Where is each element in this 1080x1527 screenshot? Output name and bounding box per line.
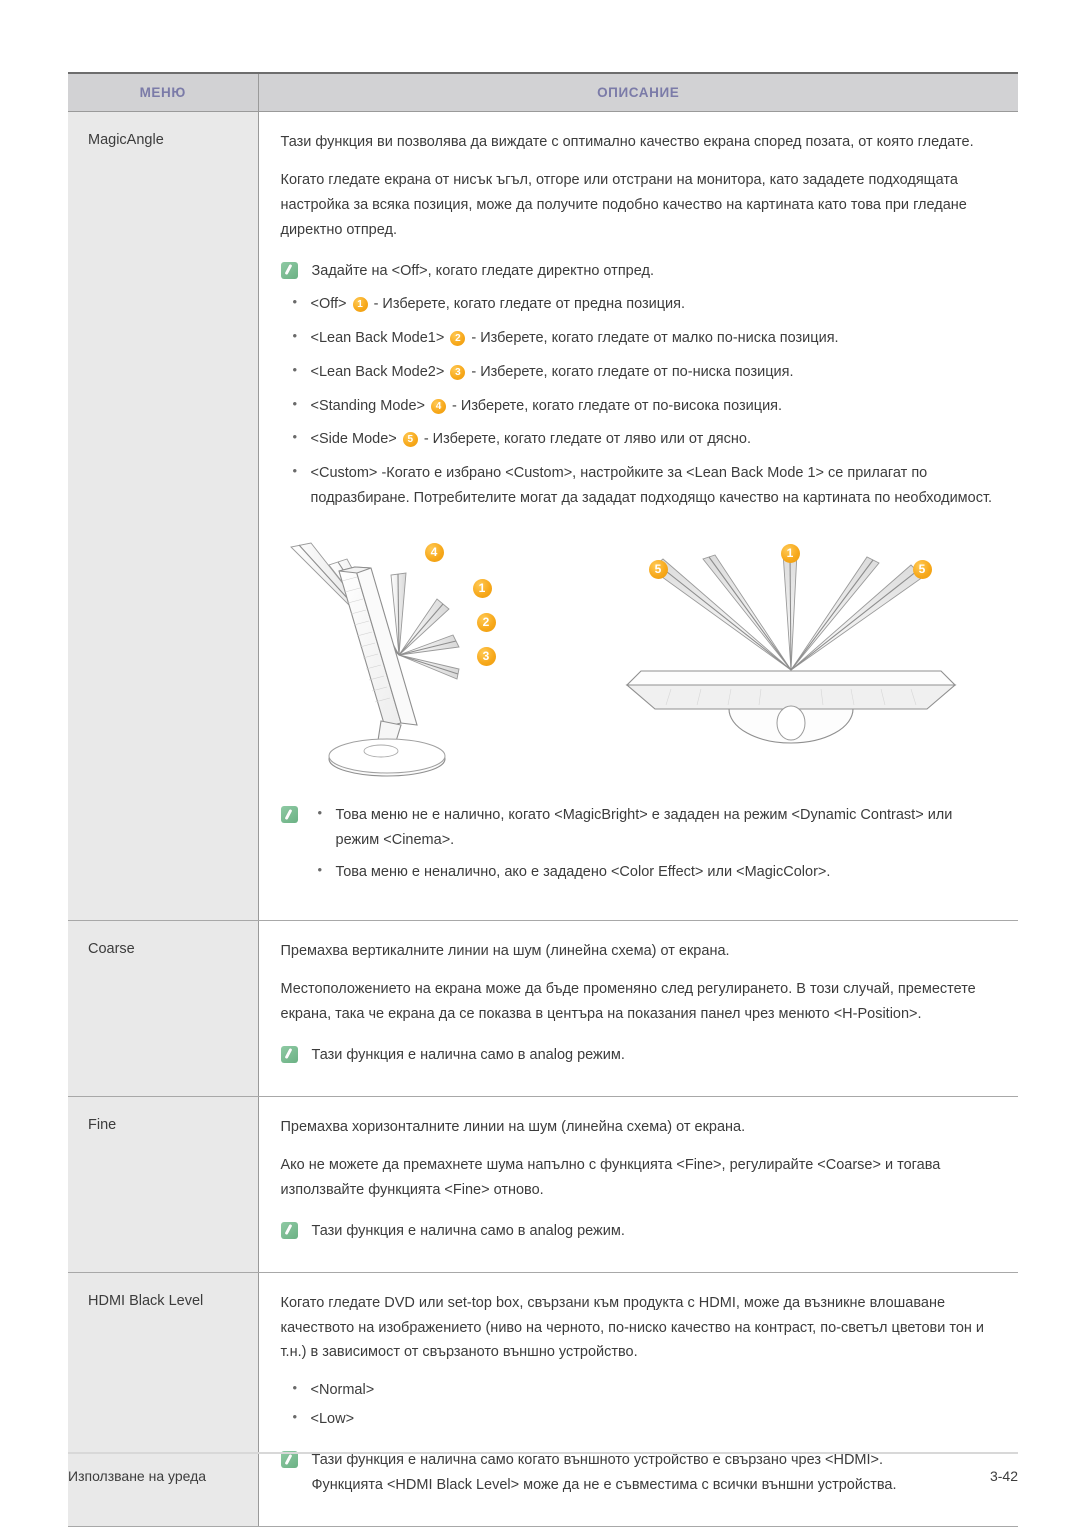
list-item: <Standing Mode> 4 - Изберете, когато гле… (281, 393, 997, 419)
pencil-note-icon (280, 1221, 298, 1239)
option-text: - Изберете, когато гледате от предна поз… (373, 295, 686, 312)
footer-page-number: 3-42 (989, 1468, 1018, 1484)
paragraph: Когато гледате екрана от нисък ъгъл, отг… (280, 171, 967, 238)
table-row: HDMI Black Level Когато гледате DVD или … (68, 1272, 1018, 1527)
paragraph: Ако не можете да премахнете шума напълно… (280, 1156, 941, 1198)
figure-badge: 3 (476, 647, 496, 667)
magicangle-option-list: <Off> 1 - Изберете, когато гледате от пр… (281, 291, 997, 512)
option-text: - Изберете, когато гледате от малко по-н… (471, 329, 839, 346)
option-text: - Изберете, когато гледате от ляво или о… (423, 431, 751, 448)
table-header-row: МЕНЮ ОПИСАНИЕ (68, 72, 1018, 112)
list-item: <Low> (281, 1406, 997, 1432)
side-view-monitor (289, 542, 460, 777)
list-item: <Lean Back Mode1> 2 - Изберете, когато г… (281, 325, 997, 351)
list-item: <Custom> -Когато е избрано <Custom>, нас… (281, 460, 997, 511)
figure-badge: 4 (424, 543, 444, 563)
number-badge: 5 (402, 432, 418, 448)
number-badge: 1 (352, 296, 368, 312)
option-label: <Off> (310, 295, 347, 312)
table-row: Fine Премахва хоризонталните линии на шу… (68, 1096, 1018, 1273)
note-bullet-list: Това меню не е налично, когато <MagicBri… (312, 802, 997, 885)
paragraph: Местоположението на екрана може да бъде … (280, 981, 976, 1022)
table-row: MagicAngle Тази функция ви позволява да … (68, 111, 1018, 922)
note-block: Тази функция е налична само в analog реж… (280, 1219, 997, 1244)
page-footer: Използване на уреда 3-42 (68, 1452, 1018, 1484)
option-label: <Side Mode> (310, 431, 397, 448)
column-header-menu: МЕНЮ (68, 72, 259, 112)
option-text: - Изберете, когато гледате от по-висока … (452, 397, 783, 414)
figure-badge: 5 (648, 560, 668, 580)
note-block: Това меню не е налично, когато <MagicBri… (280, 802, 997, 892)
note-text: Тази функция е налична само в analog реж… (311, 1222, 625, 1239)
document-page: МЕНЮ ОПИСАНИЕ MagicAngle Тази функция ви… (0, 0, 1080, 1527)
option-text: - Изберете, когато гледате от по-ниска п… (471, 363, 794, 380)
paragraph: Премахва вертикалните линии на шум (лине… (280, 943, 730, 960)
pencil-note-icon (280, 806, 298, 824)
paragraph: Премахва хоризонталните линии на шум (ли… (280, 1118, 746, 1135)
top-view-monitor (625, 552, 956, 744)
settings-table: МЕНЮ ОПИСАНИЕ MagicAngle Тази функция ви… (68, 72, 1018, 1527)
note-text: Това меню не е налично, когато <MagicBri… (312, 802, 997, 892)
option-text: -Когато е избрано <Custom>, настройките … (310, 465, 993, 507)
menu-label-fine: Fine (68, 1096, 259, 1273)
number-badge: 2 (450, 330, 466, 346)
option-label: <Custom> (310, 465, 378, 482)
description-magicangle: Тази функция ви позволява да виждате с о… (258, 111, 1018, 922)
figure-badge: 5 (912, 560, 932, 580)
paragraph: Когато гледате DVD или set-top box, свър… (280, 1294, 985, 1361)
list-item: Това меню не е налично, когато <MagicBri… (312, 802, 997, 853)
list-item: <Normal> (281, 1377, 997, 1403)
figure-badge: 1 (780, 544, 800, 564)
number-badge: 4 (431, 398, 447, 414)
note-block: Задайте на <Off>, когато гледате директн… (280, 259, 997, 284)
description-coarse: Премахва вертикалните линии на шум (лине… (258, 920, 1018, 1097)
list-item: Това меню е неналично, ако е зададено <C… (312, 859, 997, 885)
figure-badge: 1 (472, 579, 492, 599)
menu-label-coarse: Coarse (68, 920, 259, 1097)
figure-badge: 2 (476, 613, 496, 633)
list-item: <Side Mode> 5 - Изберете, когато гледате… (281, 426, 997, 452)
pencil-note-icon (280, 261, 298, 279)
number-badge: 3 (450, 364, 466, 380)
paragraph: Тази функция ви позволява да виждате с о… (280, 134, 974, 150)
note-text: Задайте на <Off>, когато гледате директн… (311, 262, 654, 279)
table-row: Coarse Премахва вертикалните линии на шу… (68, 920, 1018, 1097)
list-item: <Lean Back Mode2> 3 - Изберете, когато г… (281, 359, 997, 385)
footer-section-title: Използване на уреда (68, 1468, 207, 1484)
note-text: Тази функция е налична само в analog реж… (311, 1046, 625, 1063)
option-label: <Lean Back Mode2> (310, 363, 445, 380)
viewing-angle-diagram (289, 542, 956, 777)
menu-label-hdmi-black-level: HDMI Black Level (68, 1272, 259, 1527)
magicangle-illustration: 4 1 2 3 5 1 5 (281, 537, 997, 787)
column-header-description: ОПИСАНИЕ (258, 72, 1018, 112)
pencil-note-icon (280, 1045, 298, 1063)
option-label: <Lean Back Mode1> (310, 329, 445, 346)
hdmi-option-list: <Normal> <Low> (281, 1377, 997, 1432)
list-item: <Off> 1 - Изберете, когато гледате от пр… (281, 291, 997, 317)
menu-label-magicangle: MagicAngle (68, 111, 259, 922)
description-hdmi-black-level: Когато гледате DVD или set-top box, свър… (258, 1272, 1018, 1527)
note-block: Тази функция е налична само в analog реж… (280, 1043, 997, 1068)
description-fine: Премахва хоризонталните линии на шум (ли… (258, 1096, 1018, 1273)
option-label: <Standing Mode> (310, 397, 425, 414)
